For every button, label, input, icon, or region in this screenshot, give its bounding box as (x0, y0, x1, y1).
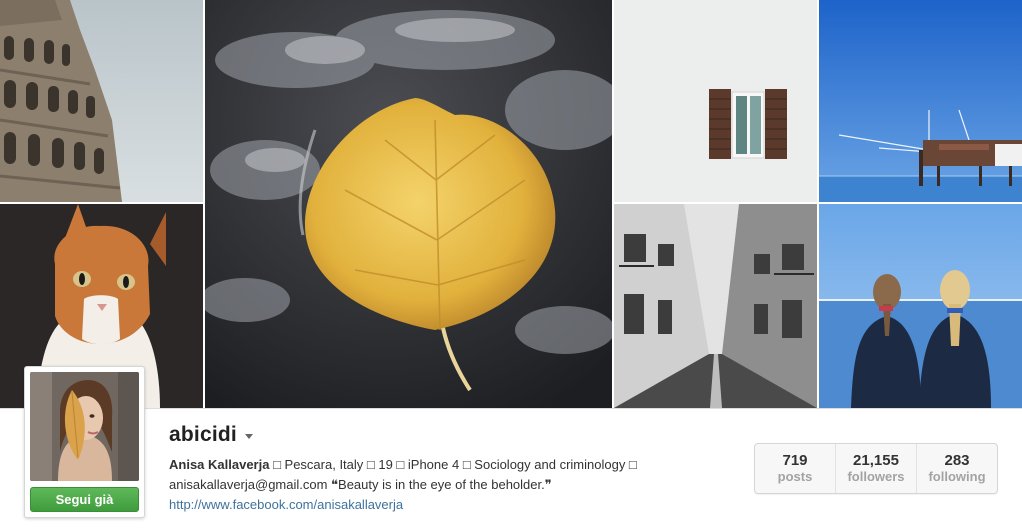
bio-line-3: http://www.facebook.com/anisakallaverja (169, 495, 729, 515)
bio-details: □ Pescara, Italy □ 19 □ iPhone 4 □ Socio… (269, 457, 637, 472)
stat-posts-value: 719 (782, 452, 808, 469)
stat-following[interactable]: 283 following (916, 444, 997, 493)
website-link[interactable]: http://www.facebook.com/anisakallaverja (169, 497, 403, 512)
stat-following-label: following (928, 469, 986, 484)
stats-box: 719 posts 21,155 followers 283 following (754, 443, 998, 494)
bio-line-1: Anisa Kallaverja □ Pescara, Italy □ 19 □… (169, 455, 729, 475)
stat-posts[interactable]: 719 posts (755, 444, 835, 493)
stat-followers[interactable]: 21,155 followers (835, 444, 916, 493)
full-name: Anisa Kallaverja (169, 457, 270, 472)
bio: Anisa Kallaverja □ Pescara, Italy □ 19 □… (169, 455, 729, 515)
photo-tile-girls[interactable] (819, 204, 1022, 408)
stat-followers-value: 21,155 (853, 452, 899, 469)
photo-tile-window[interactable] (614, 0, 817, 202)
photo-tile-street[interactable] (614, 204, 817, 408)
profile-page: Segui già abicidi Anisa Kallaverja □ Pes… (0, 0, 1022, 528)
stat-posts-label: posts (777, 469, 813, 484)
photo-tile-pier[interactable] (819, 0, 1022, 202)
photo-tile-colosseum[interactable] (0, 0, 203, 202)
bio-line-2: anisakallaverja@gmail.com ❝Beauty is in … (169, 477, 552, 492)
photo-grid (0, 0, 1022, 408)
avatar-card: Segui già (24, 366, 145, 518)
caret-down-icon[interactable] (244, 433, 253, 439)
photo-tile-leaf[interactable] (205, 0, 612, 408)
stat-followers-label: followers (847, 469, 905, 484)
username-row: abicidi (169, 421, 253, 449)
follow-button[interactable]: Segui già (30, 487, 139, 512)
stat-following-value: 283 (944, 452, 970, 469)
username: abicidi (169, 423, 237, 446)
avatar[interactable] (30, 372, 139, 481)
